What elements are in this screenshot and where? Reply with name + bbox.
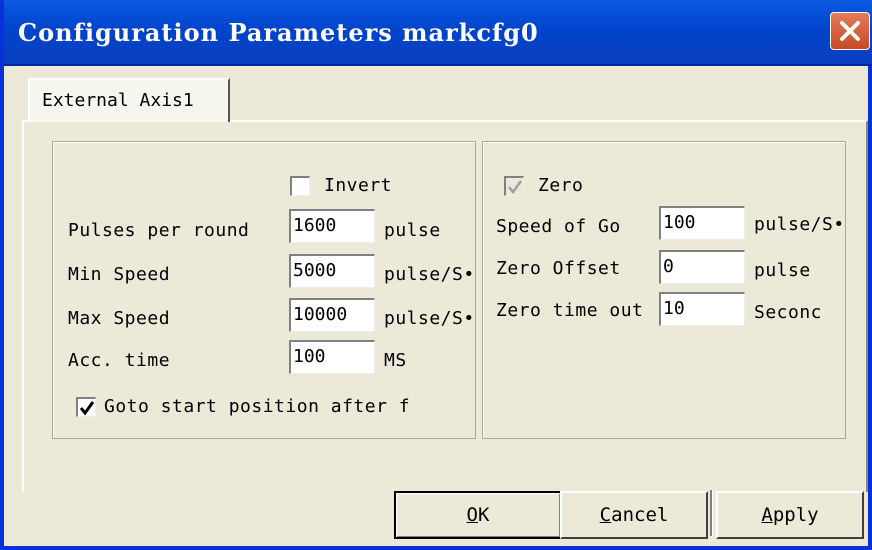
zero-label: Zero — [538, 175, 584, 196]
configuration-dialog: Configuration Parameters markcfg0 Extern… — [0, 0, 872, 550]
acc-time-unit: MS — [384, 350, 407, 371]
checkmark-icon — [508, 180, 523, 195]
acc-time-label: Acc. time — [68, 350, 171, 371]
pulses-per-round-label: Pulses per round — [68, 220, 250, 241]
title-bar[interactable]: Configuration Parameters markcfg0 — [4, 0, 872, 66]
min-speed-label: Min Speed — [68, 264, 171, 285]
apply-button[interactable]: Apply — [716, 491, 864, 539]
zero-time-out-label: Zero time out — [496, 300, 644, 321]
zero-offset-label: Zero Offset — [496, 258, 621, 279]
goto-start-checkbox[interactable] — [76, 397, 96, 417]
ok-mnemonic: O — [466, 504, 478, 526]
goto-start-label: Goto start position after f — [104, 396, 411, 417]
min-speed-unit: pulse/S• — [384, 264, 475, 285]
zero-time-out-unit: Seconc — [754, 302, 823, 323]
zero-time-out-input[interactable]: 10 — [659, 292, 745, 326]
max-speed-label: Max Speed — [68, 308, 171, 329]
cancel-label-rest: ancel — [611, 504, 669, 526]
pulses-per-round-input[interactable]: 1600 — [289, 209, 375, 243]
apply-mnemonic: A — [761, 504, 773, 526]
zero-checkbox[interactable] — [504, 176, 524, 196]
close-button[interactable] — [830, 12, 870, 50]
min-speed-input[interactable]: 5000 — [289, 254, 375, 288]
zero-offset-unit: pulse — [754, 260, 811, 281]
speed-of-go-input[interactable]: 100 — [659, 206, 745, 240]
checkmark-icon — [79, 401, 95, 416]
apply-label-rest: pply — [772, 504, 819, 526]
speed-of-go-unit: pulse/S• — [754, 214, 845, 235]
zero-offset-input[interactable]: 0 — [659, 250, 745, 284]
acc-time-input[interactable]: 100 — [289, 340, 375, 374]
zero-settings-group — [482, 141, 846, 439]
tab-external-axis1[interactable]: External Axis1 — [28, 78, 230, 122]
ok-button[interactable]: OK — [394, 491, 562, 539]
max-speed-input[interactable]: 10000 — [289, 298, 375, 332]
tab-label: External Axis1 — [42, 90, 194, 111]
cancel-button[interactable]: Cancel — [560, 491, 708, 539]
pulses-per-round-unit: pulse — [384, 220, 441, 241]
axis-settings-group — [52, 141, 476, 439]
close-icon — [840, 21, 860, 41]
button-separator — [710, 490, 713, 536]
invert-label: Invert — [324, 175, 393, 196]
speed-of-go-label: Speed of Go — [496, 216, 621, 237]
cancel-mnemonic: C — [599, 504, 612, 526]
max-speed-unit: pulse/S• — [384, 308, 475, 329]
invert-checkbox[interactable] — [290, 176, 310, 196]
window-title: Configuration Parameters markcfg0 — [18, 18, 539, 47]
ok-label-rest: K — [478, 504, 490, 526]
